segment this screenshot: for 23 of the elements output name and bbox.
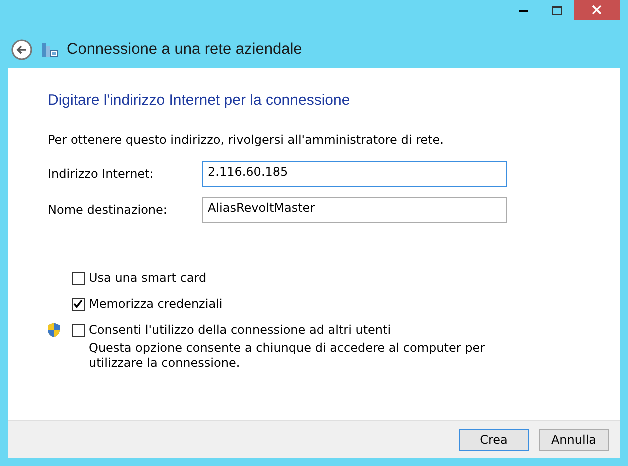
maximize-icon	[552, 6, 562, 14]
close-button[interactable]	[574, 0, 620, 20]
dialog-button[interactable]: Annulla	[539, 428, 609, 450]
page-heading: Digitare l'indirizzo Internet per la connessione	[48, 92, 352, 109]
checkbox[interactable]	[72, 298, 85, 310]
checkbox[interactable]	[72, 272, 85, 284]
minimize-icon	[518, 8, 528, 12]
checkbox-label: Memorizza credenziali	[89, 297, 223, 311]
checkbox-label: Usa una smart card	[89, 271, 207, 285]
option-description: Questa opzione consente a chiunque di accedere al computer per utilizzare la connessione.	[89, 341, 486, 371]
input-field[interactable]: AliasRevoltMaster	[202, 197, 507, 223]
checkbox[interactable]	[72, 324, 85, 336]
dialog-button[interactable]: Crea	[459, 428, 529, 450]
window-title: Connessione a una rete aziendale	[67, 41, 302, 59]
field-label: Indirizzo Internet:	[48, 167, 155, 181]
instruction-text: Per ottenere questo indirizzo, rivolgersi all'amministratore di rete.	[48, 133, 445, 147]
checkbox-label: Consenti l'utilizzo della connessione ad altri utenti	[89, 323, 392, 337]
network-icon	[41, 42, 59, 58]
shield-icon	[46, 322, 62, 338]
input-field[interactable]: 2.116.60.185	[202, 161, 507, 187]
back-icon[interactable]	[11, 39, 33, 61]
field-label: Nome destinazione:	[48, 203, 168, 217]
close-icon	[592, 5, 602, 15]
